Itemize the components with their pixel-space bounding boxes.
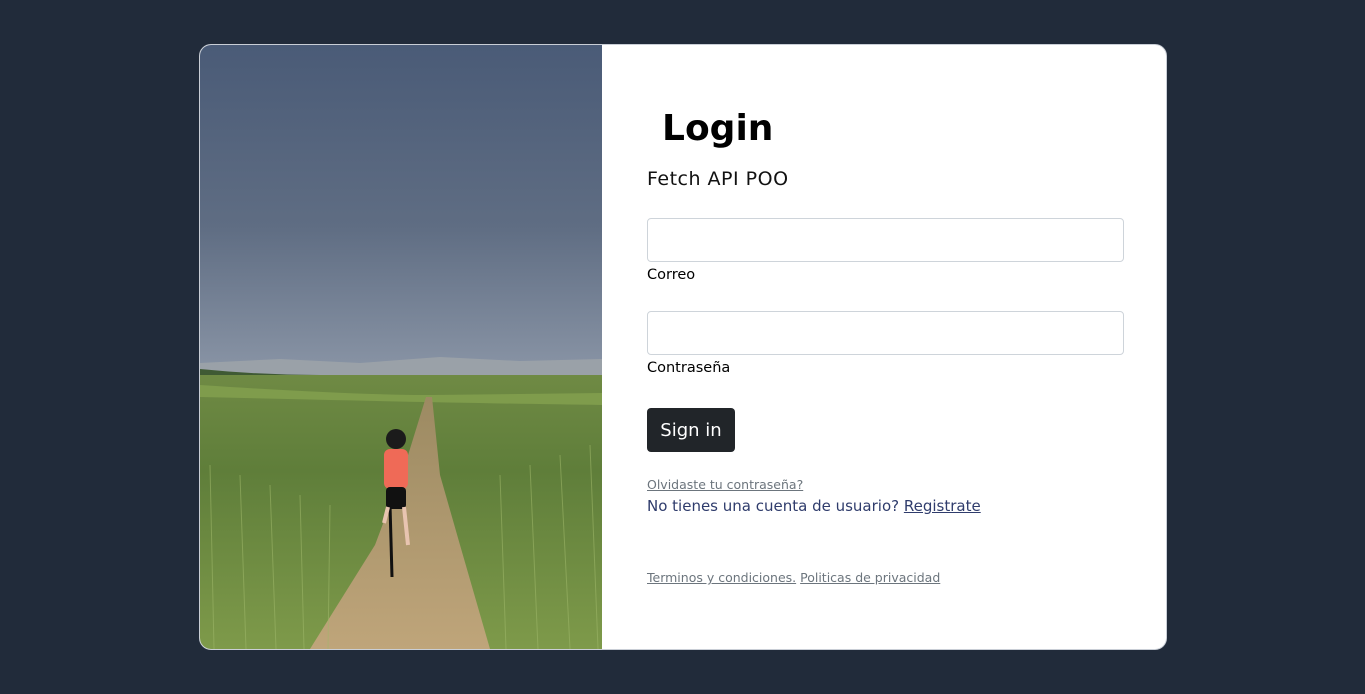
email-input[interactable] xyxy=(647,218,1124,262)
register-prompt: No tienes una cuenta de usuario? Registr… xyxy=(647,495,981,517)
password-field-group: Contraseña xyxy=(647,311,1124,378)
terms-link[interactable]: Terminos y condiciones. xyxy=(647,570,796,585)
sign-in-button[interactable]: Sign in xyxy=(647,408,735,452)
register-link[interactable]: Registrate xyxy=(904,497,981,515)
legal-links: Terminos y condiciones. Politicas de pri… xyxy=(647,569,940,587)
no-account-text: No tienes una cuenta de usuario? xyxy=(647,497,900,515)
privacy-link[interactable]: Politicas de privacidad xyxy=(800,570,940,585)
password-label: Contraseña xyxy=(647,360,731,376)
login-form-pane: Login Fetch API POO Correo Contraseña Si… xyxy=(602,45,1166,649)
page-title: Login xyxy=(662,108,774,149)
email-field-group: Correo xyxy=(647,218,1124,285)
page-subtitle: Fetch API POO xyxy=(647,168,789,190)
login-card: Login Fetch API POO Correo Contraseña Si… xyxy=(199,44,1167,650)
email-label: Correo xyxy=(647,267,696,283)
forgot-password-link[interactable]: Olvidaste tu contraseña? xyxy=(647,476,803,494)
password-input[interactable] xyxy=(647,311,1124,355)
cyclist-field-photo xyxy=(200,45,602,649)
